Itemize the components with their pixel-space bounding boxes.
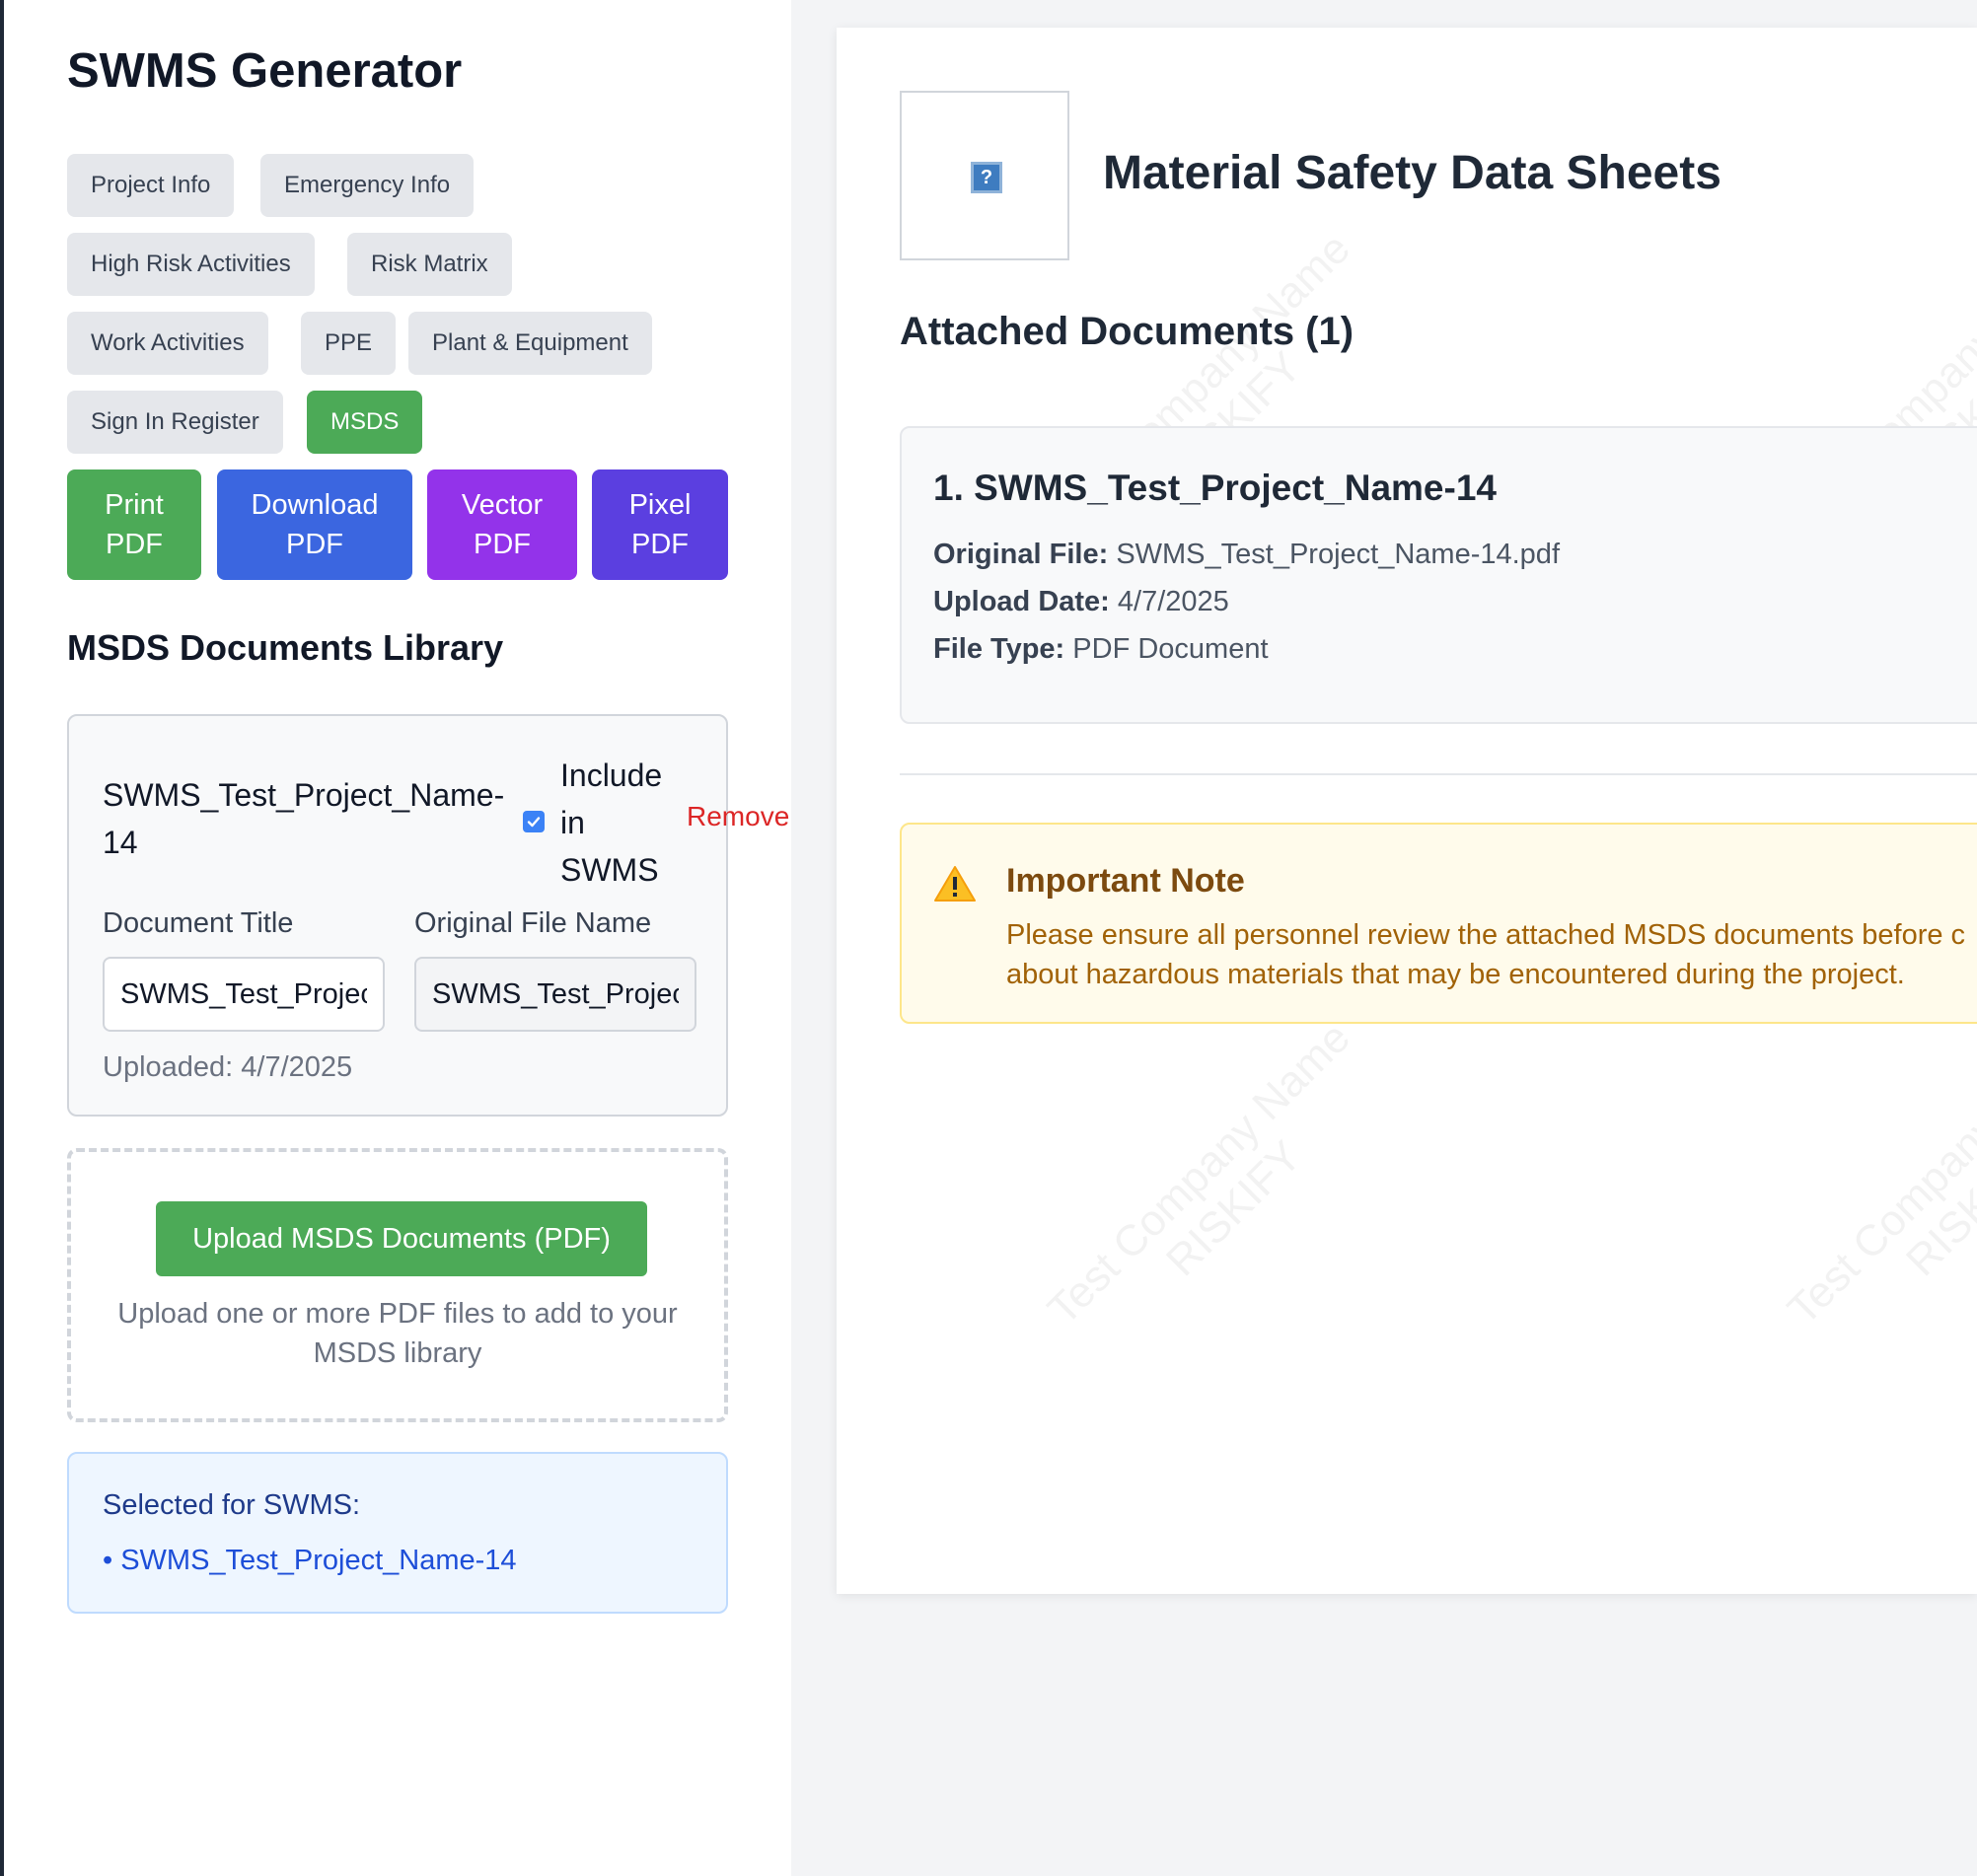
tab-ppe[interactable]: PPE	[301, 312, 397, 375]
print-pdf-label: Print PDF	[105, 489, 164, 560]
vector-pdf-button[interactable]: Vector PDF	[427, 469, 577, 580]
uploaded-date: Uploaded: 4/7/2025	[103, 1051, 353, 1083]
checkmark-icon	[527, 817, 541, 828]
document-name: SWMS_Test_Project_Name-14	[103, 777, 505, 860]
tab-emergency-info[interactable]: Emergency Info	[260, 154, 475, 217]
selected-item: • SWMS_Test_Project_Name-14	[103, 1545, 517, 1576]
upload-msds-button[interactable]: Upload MSDS Documents (PDF)	[156, 1201, 647, 1276]
tab-plant-equipment[interactable]: Plant & Equipment	[408, 312, 652, 375]
important-note: Important Note Please ensure all personn…	[900, 823, 1977, 1024]
vector-pdf-label: Vector PDF	[461, 489, 544, 560]
include-label: Include in SWMS	[560, 758, 663, 888]
upload-help-text: Upload one or more PDF files to add to y…	[117, 1298, 678, 1369]
download-pdf-button[interactable]: Download PDF	[217, 469, 412, 580]
tab-risk-matrix[interactable]: Risk Matrix	[347, 233, 512, 296]
attachment-card: 1. SWMS_Test_Project_Name-14 Original Fi…	[900, 426, 1977, 724]
upload-dropzone[interactable]: Upload MSDS Documents (PDF) Upload one o…	[67, 1148, 728, 1422]
attachment-heading: 1. SWMS_Test_Project_Name-14	[933, 468, 1497, 508]
selected-title: Selected for SWMS:	[103, 1489, 361, 1521]
original-file-input[interactable]	[414, 957, 696, 1032]
note-title: Important Note	[1006, 862, 1245, 900]
attachment-upload-date: Upload Date: 4/7/2025	[933, 586, 1229, 617]
watermark: Test Company NameRISKIFY	[1778, 1013, 1977, 1335]
document-title-input[interactable]	[103, 957, 385, 1032]
selected-for-swms: Selected for SWMS: • SWMS_Test_Project_N…	[67, 1452, 728, 1614]
attached-documents-title: Attached Documents (1)	[900, 310, 1355, 353]
include-checkbox[interactable]	[523, 811, 545, 832]
tab-high-risk-activities[interactable]: High Risk Activities	[67, 233, 315, 296]
tab-sign-in-register[interactable]: Sign In Register	[67, 391, 283, 454]
attachment-file-type: File Type: PDF Document	[933, 633, 1269, 665]
remove-button[interactable]: Remove	[687, 801, 789, 832]
watermark: Test Company NameRISKIFY	[1038, 1013, 1359, 1335]
tab-msds[interactable]: MSDS	[307, 391, 423, 454]
document-preview: Test Company NameRISKIFY Test Company Na…	[837, 28, 1977, 1594]
attachment-original-file: Original File: SWMS_Test_Project_Name-14…	[933, 539, 1560, 570]
sidebar: SWMS Generator Project Info Emergency In…	[4, 0, 791, 1876]
print-pdf-button[interactable]: Print PDF	[67, 469, 201, 580]
note-text: Please ensure all personnel review the a…	[1006, 919, 1966, 990]
broken-image-icon: ?	[971, 162, 1002, 193]
download-pdf-label: Download PDF	[251, 489, 379, 560]
msds-document-card: SWMS_Test_Project_Name-14 Include in SWM…	[67, 714, 789, 1117]
company-logo: ?	[900, 91, 1069, 260]
tab-work-activities[interactable]: Work Activities	[67, 312, 268, 375]
preview-title: Material Safety Data Sheets	[1103, 147, 1721, 199]
warning-icon	[934, 866, 976, 902]
original-file-label: Original File Name	[414, 907, 652, 939]
app-title: SWMS Generator	[67, 44, 463, 98]
pixel-pdf-button[interactable]: Pixel PDF	[592, 469, 728, 580]
document-title-label: Document Title	[103, 907, 294, 939]
divider	[900, 773, 1977, 775]
tab-project-info[interactable]: Project Info	[67, 154, 235, 217]
pixel-pdf-label: Pixel PDF	[628, 489, 692, 560]
library-title: MSDS Documents Library	[67, 627, 504, 668]
